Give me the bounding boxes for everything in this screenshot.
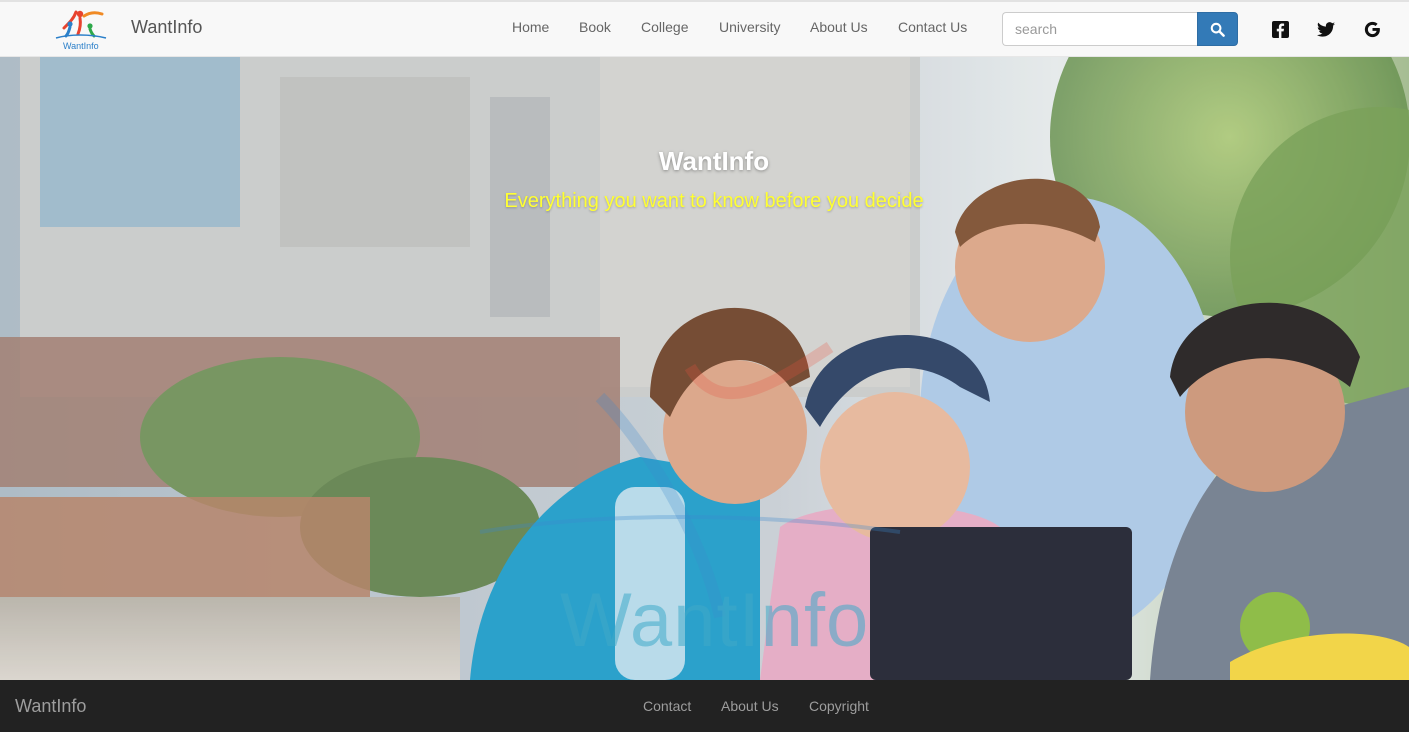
hero-banner: WantInfo Everything you want to know bef… bbox=[0, 57, 1409, 680]
facebook-icon bbox=[1271, 20, 1289, 38]
google-icon bbox=[1364, 21, 1380, 37]
footer-brand[interactable]: WantInfo bbox=[15, 696, 86, 717]
hero-title: WantInfo bbox=[658, 146, 770, 176]
twitter-link[interactable] bbox=[1317, 20, 1335, 38]
nav-college[interactable]: College bbox=[641, 19, 688, 35]
hero-subtitle: Everything you want to know before you d… bbox=[504, 190, 924, 212]
nav-book[interactable]: Book bbox=[579, 19, 611, 35]
navbar: WantInfo WantInfo Home Book College Univ… bbox=[0, 0, 1409, 57]
google-link[interactable] bbox=[1363, 20, 1381, 38]
footer-about-us-link[interactable]: About Us bbox=[721, 698, 779, 714]
logo-text: WantInfo bbox=[63, 41, 99, 51]
twitter-icon bbox=[1317, 21, 1335, 37]
brand-logo[interactable]: WantInfo bbox=[50, 6, 110, 52]
search-input[interactable] bbox=[1002, 12, 1198, 46]
footer-contact-link[interactable]: Contact bbox=[643, 698, 691, 714]
hero-watermark: WantInfo bbox=[560, 578, 870, 663]
brand-name[interactable]: WantInfo bbox=[131, 17, 202, 38]
search-button[interactable] bbox=[1197, 12, 1238, 46]
footer: WantInfo Contact About Us Copyright bbox=[0, 680, 1409, 732]
facebook-link[interactable] bbox=[1271, 20, 1289, 38]
nav-home[interactable]: Home bbox=[512, 19, 549, 35]
search-form bbox=[1002, 12, 1238, 46]
search-icon bbox=[1210, 22, 1225, 37]
nav-contact-us[interactable]: Contact Us bbox=[898, 19, 967, 35]
nav-about-us[interactable]: About Us bbox=[810, 19, 868, 35]
footer-copyright-link[interactable]: Copyright bbox=[809, 698, 869, 714]
nav-university[interactable]: University bbox=[719, 19, 780, 35]
